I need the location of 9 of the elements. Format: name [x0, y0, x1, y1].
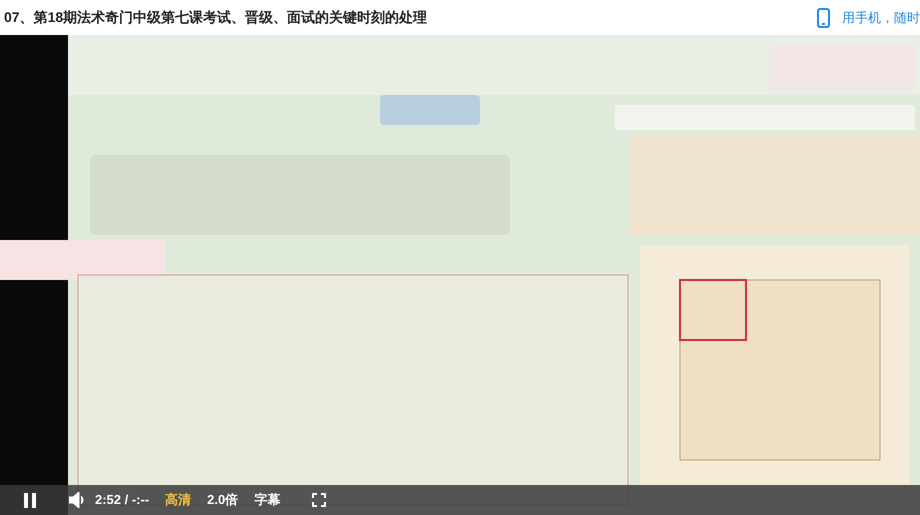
time-display: 2:52 / -:-- — [95, 491, 150, 510]
mobile-link[interactable]: 用手机，随时 — [842, 8, 920, 28]
quality-button[interactable]: 高清 — [165, 490, 192, 510]
phone-icon — [817, 8, 830, 28]
course-title: 07、第18期法术奇门中级第七课考试、晋级、面试的关键时刻的处理 — [4, 8, 428, 27]
subtitles-button[interactable]: 字幕 — [254, 490, 280, 510]
pause-icon[interactable] — [23, 492, 37, 508]
speed-button[interactable]: 2.0倍 — [207, 490, 238, 510]
fullscreen-icon[interactable] — [312, 493, 326, 507]
